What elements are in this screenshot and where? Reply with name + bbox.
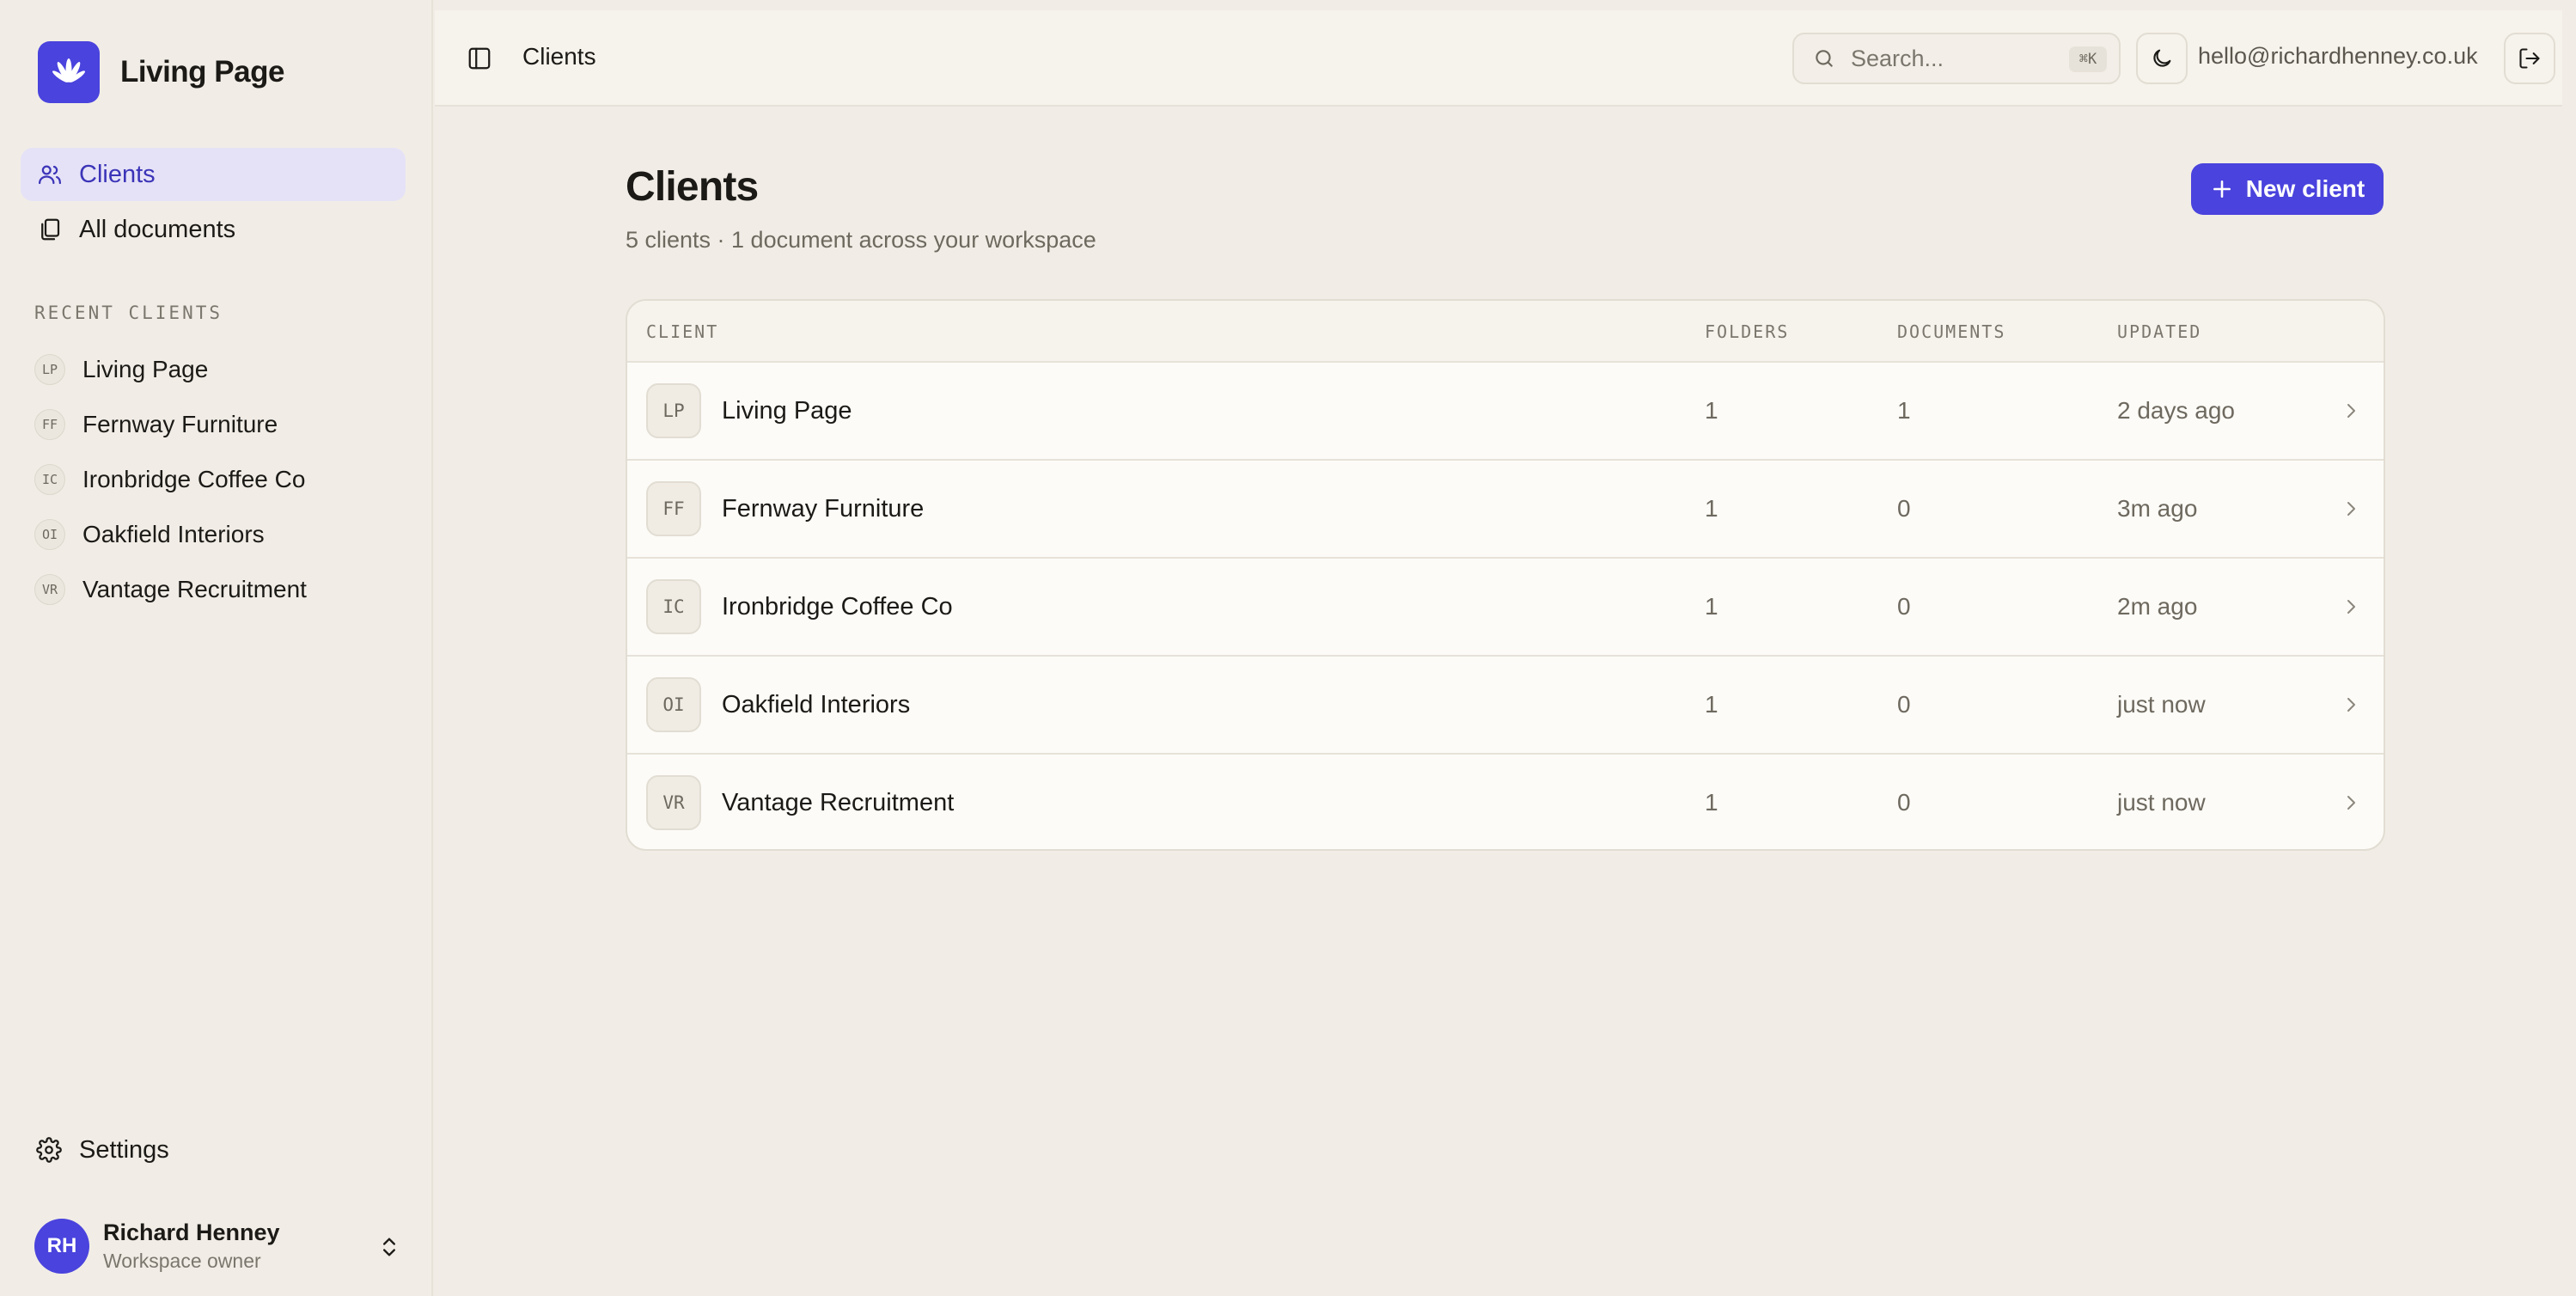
documents-icon <box>36 216 64 243</box>
chevron-right-icon <box>2339 399 2363 423</box>
client-initials-badge: VR <box>34 574 65 605</box>
client-name: Fernway Furniture <box>722 495 925 523</box>
client-name: Vantage Recruitment <box>722 789 955 816</box>
documents-count: 0 <box>1897 691 1911 718</box>
settings-label: Settings <box>79 1135 169 1164</box>
search-input[interactable]: Search... ⌘K <box>1792 33 2121 84</box>
chevron-right-icon <box>2339 791 2363 815</box>
client-initials-badge: OI <box>34 519 65 550</box>
recent-client-name: Ironbridge Coffee Co <box>82 466 306 492</box>
logout-icon <box>2518 46 2542 70</box>
client-initials-badge: FF <box>646 481 701 536</box>
table-row[interactable]: IC Ironbridge Coffee Co 1 0 2m ago <box>627 559 2384 657</box>
client-initials-badge: IC <box>34 464 65 495</box>
recent-client-item[interactable]: FF Fernway Furniture <box>34 397 412 452</box>
updated-time: 3m ago <box>2117 495 2198 522</box>
sidebar: Living Page Clients All documents RECENT… <box>0 0 433 1296</box>
gear-icon <box>34 1135 64 1165</box>
column-header-folders[interactable]: FOLDERS <box>1705 321 1789 342</box>
client-initials-badge: FF <box>34 409 65 440</box>
client-initials-badge: OI <box>646 677 701 732</box>
client-name: Ironbridge Coffee Co <box>722 593 953 620</box>
column-header-updated[interactable]: UPDATED <box>2117 321 2201 342</box>
new-client-button[interactable]: New client <box>2191 163 2384 215</box>
column-header-client[interactable]: CLIENT <box>646 321 718 342</box>
plus-icon <box>2210 177 2234 201</box>
updated-time: just now <box>2117 789 2206 816</box>
moon-icon <box>2150 46 2174 70</box>
search-placeholder: Search... <box>1851 45 1944 71</box>
user-role: Workspace owner <box>103 1250 261 1272</box>
table-row[interactable]: VR Vantage Recruitment 1 0 just now <box>627 755 2384 849</box>
chevron-right-icon <box>2339 693 2363 717</box>
client-initials-badge: IC <box>646 579 701 634</box>
sidebar-item-settings[interactable]: Settings <box>34 1126 169 1174</box>
recent-client-item[interactable]: VR Vantage Recruitment <box>34 562 412 617</box>
folders-count: 1 <box>1705 397 1718 424</box>
updated-time: 2m ago <box>2117 593 2198 620</box>
new-client-label: New client <box>2245 175 2365 202</box>
recent-client-item[interactable]: OI Oakfield Interiors <box>34 507 412 562</box>
sidebar-item-label: Clients <box>79 160 156 188</box>
recent-client-name: Vantage Recruitment <box>82 576 307 602</box>
page-title: Clients <box>626 164 759 210</box>
client-name: Oakfield Interiors <box>722 691 911 718</box>
client-initials-badge: VR <box>646 775 701 830</box>
recent-clients-heading: RECENT CLIENTS <box>34 303 223 323</box>
chevron-right-icon <box>2339 497 2363 521</box>
recent-client-name: Oakfield Interiors <box>82 521 265 547</box>
app-name: Living Page <box>120 55 284 89</box>
sidebar-toggle-icon[interactable] <box>464 43 495 74</box>
documents-count: 0 <box>1897 593 1911 620</box>
sidebar-nav: Clients All documents <box>21 148 406 258</box>
documents-count: 1 <box>1897 397 1911 424</box>
chevrons-up-down-icon[interactable] <box>375 1232 404 1262</box>
recent-client-item[interactable]: IC Ironbridge Coffee Co <box>34 452 412 507</box>
table-row[interactable]: FF Fernway Furniture 1 0 3m ago <box>627 461 2384 559</box>
documents-count: 0 <box>1897 789 1911 816</box>
user-name: Richard Henney <box>103 1220 280 1245</box>
search-shortcut-badge: ⌘K <box>2069 46 2107 72</box>
chevron-right-icon <box>2339 595 2363 619</box>
recent-client-name: Living Page <box>82 356 209 382</box>
client-name: Living Page <box>722 397 852 425</box>
recent-client-item[interactable]: LP Living Page <box>34 342 412 397</box>
user-menu[interactable]: RH Richard Henney Workspace owner <box>34 1217 404 1275</box>
search-icon <box>1811 46 1837 71</box>
living-page-logo-icon <box>38 41 100 103</box>
users-icon <box>36 161 64 188</box>
topbar: Clients Search... ⌘K hello@richardhenney… <box>435 10 2562 107</box>
table-header: CLIENT FOLDERS DOCUMENTS UPDATED <box>627 301 2384 363</box>
sidebar-item-label: All documents <box>79 215 236 243</box>
recent-client-name: Fernway Furniture <box>82 411 278 437</box>
column-header-documents[interactable]: DOCUMENTS <box>1897 321 2005 342</box>
documents-count: 0 <box>1897 495 1911 522</box>
brand[interactable]: Living Page <box>38 41 284 103</box>
folders-count: 1 <box>1705 789 1718 816</box>
folders-count: 1 <box>1705 593 1718 620</box>
updated-time: just now <box>2117 691 2206 718</box>
recent-clients-list: LP Living Page FF Fernway Furniture IC I… <box>34 342 412 617</box>
logout-button[interactable] <box>2504 33 2555 84</box>
topbar-title: Clients <box>522 43 596 70</box>
user-info: Richard Henney Workspace owner <box>103 1220 280 1273</box>
sidebar-item-all-documents[interactable]: All documents <box>21 203 406 256</box>
table-row[interactable]: LP Living Page 1 1 2 days ago <box>627 363 2384 461</box>
folders-count: 1 <box>1705 495 1718 522</box>
client-initials-badge: LP <box>34 354 65 385</box>
theme-toggle-button[interactable] <box>2136 33 2188 84</box>
user-email: hello@richardhenney.co.uk <box>2198 43 2478 69</box>
table-row[interactable]: OI Oakfield Interiors 1 0 just now <box>627 657 2384 755</box>
folders-count: 1 <box>1705 691 1718 718</box>
avatar: RH <box>34 1219 89 1274</box>
updated-time: 2 days ago <box>2117 397 2235 424</box>
page-subtitle: 5 clients · 1 document across your works… <box>626 227 1096 253</box>
client-initials-badge: LP <box>646 383 701 438</box>
sidebar-item-clients[interactable]: Clients <box>21 148 406 201</box>
clients-table: CLIENT FOLDERS DOCUMENTS UPDATED LP Livi… <box>626 299 2385 851</box>
